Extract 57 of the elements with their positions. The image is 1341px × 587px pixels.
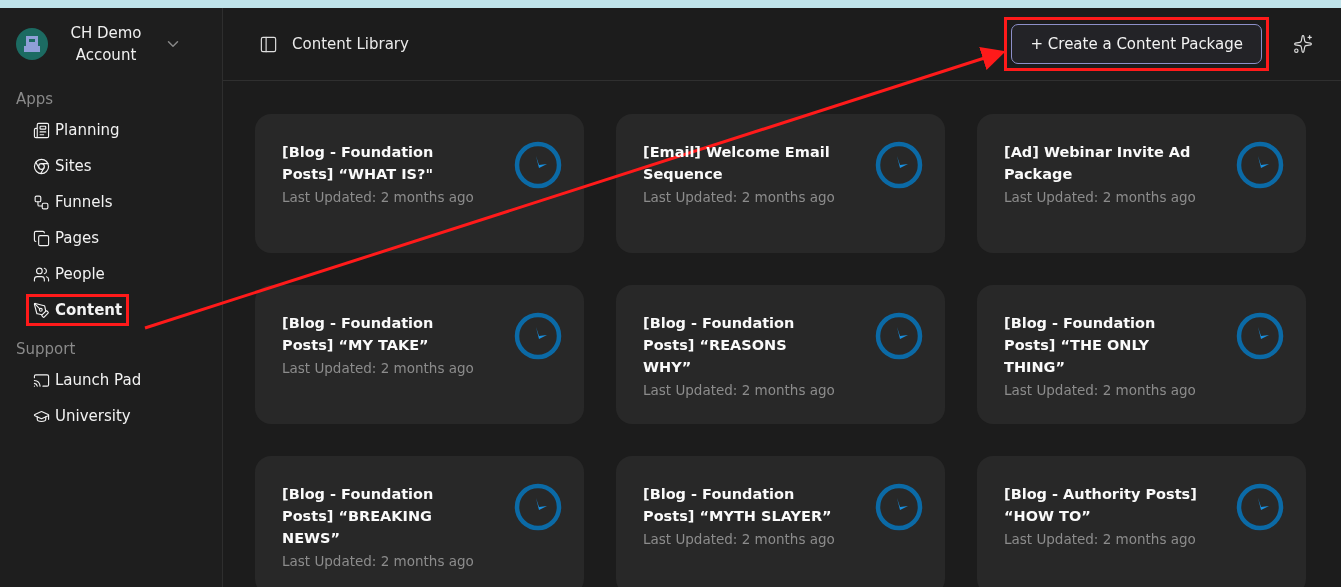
card-title: [Blog - Foundation Posts] “MYTH SLAYER” [643,485,833,526]
content-card[interactable]: [Blog - Authority Posts] “HOW TO” Last Updated: 2 months ago [977,456,1306,587]
content-card[interactable]: [Ad] Webinar Invite Ad Package Last Updated: 2 months ago [977,114,1306,253]
last-updated-text: Last Updated: 2 months ago [282,553,475,569]
account-name[interactable]: CH Demo Account [58,22,154,66]
card-title: [Blog - Authority Posts] “HOW TO” [1004,485,1198,526]
card-title: [Blog - Foundation Posts] “MY TAKE” [282,314,435,355]
card-title: [Blog - Foundation Posts] “BREAKING NEWS” [282,485,435,548]
content-card[interactable]: [Blog - Foundation Posts] “WHAT IS?" Last Updated: 2 months ago [255,114,584,253]
screen-icon [33,371,50,389]
last-updated-text: Last Updated: 2 months ago [282,189,475,205]
clock-icon [875,141,923,189]
nav-item[interactable]: Funnels [26,186,120,218]
last-updated-text: Last Updated: 2 months ago [643,531,836,547]
nodes-icon [33,193,50,211]
card-title: [Blog - Foundation Posts] “WHAT IS?" [282,143,435,184]
content-card[interactable]: [Blog - Foundation Posts] “MY TAKE” Last Updated: 2 months ago [255,285,584,424]
create-package-button[interactable]: + Create a Content Package [1011,24,1262,64]
nav-item[interactable]: Content [26,294,130,326]
last-updated-text: Last Updated: 2 months ago [1004,531,1197,547]
clock-icon [875,483,923,531]
card-title: [Ad] Webinar Invite Ad Package [1004,143,1192,184]
globe-icon [33,157,50,175]
last-updated-text: Last Updated: 2 months ago [643,189,836,205]
nav-item[interactable]: Launch Pad [26,364,149,396]
pen-icon [33,301,50,319]
last-updated-text: Last Updated: 2 months ago [643,382,836,398]
content-card[interactable]: [Blog - Foundation Posts] “MYTH SLAYER” Last Updated: 2 months ago [616,456,945,587]
content-card[interactable]: [Blog - Foundation Posts] “THE ONLY THING” Last Updated: 2 months ago [977,285,1306,424]
page-title: Content Library [292,35,410,53]
nav-item[interactable]: Sites [26,150,99,182]
section-title: Apps [16,90,55,108]
clock-icon [1236,483,1284,531]
content-card[interactable]: [Blog - Foundation Posts] “REASONS WHY” Last Updated: 2 months ago [616,285,945,424]
avatar-icon [16,28,48,60]
people-icon [33,265,50,283]
clock-icon [514,312,562,360]
nav-item[interactable]: Planning [26,114,127,146]
last-updated-text: Last Updated: 2 months ago [282,360,475,376]
section-title: Support [16,340,77,358]
pages-icon [33,229,50,247]
last-updated-text: Last Updated: 2 months ago [1004,382,1197,398]
last-updated-text: Last Updated: 2 months ago [1004,189,1197,205]
nav-item[interactable]: People [26,258,112,290]
clock-icon [514,483,562,531]
sidebar-toggle-icon[interactable] [259,34,278,54]
planning-icon [33,121,50,139]
nav-item[interactable]: Pages [26,222,107,254]
clock-icon [514,141,562,189]
content-card[interactable]: [Blog - Foundation Posts] “BREAKING NEWS” Last Updated: 2 months ago [255,456,584,587]
nav-item[interactable]: University [26,400,138,432]
clock-icon [875,312,923,360]
card-title: [Blog - Foundation Posts] “THE ONLY THING” [1004,314,1157,377]
card-title: [Blog - Foundation Posts] “REASONS WHY” [643,314,796,377]
clock-icon [1236,312,1284,360]
sparkle-icon[interactable] [1293,34,1313,54]
clock-icon [1236,141,1284,189]
